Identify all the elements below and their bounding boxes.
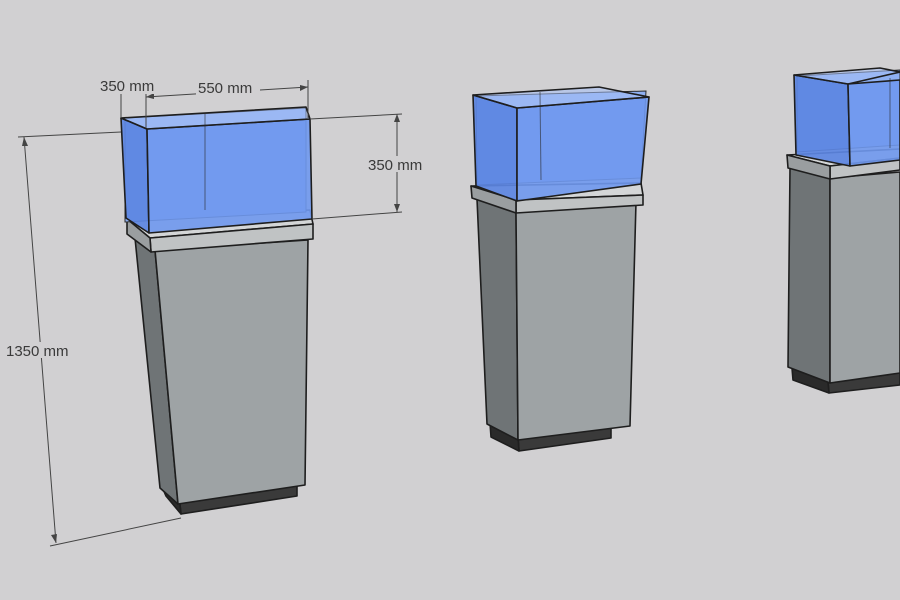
width-label: 550 mm: [198, 80, 252, 97]
case-2-glass-front: [516, 96, 650, 202]
display-cases-drawing: 350 mm 550 mm 350 mm 1350 mm: [4, 67, 900, 547]
case-2-cabinet-side: [476, 198, 519, 441]
display-case-2: [470, 86, 650, 452]
display-case-3: [786, 67, 900, 394]
case-2-cabinet-front: [515, 201, 637, 441]
case-1-glass-side: [120, 117, 150, 234]
depth-label: 350 mm: [100, 78, 154, 95]
glass-height-label: 350 mm: [368, 157, 422, 174]
case-3-glass-side: [793, 74, 851, 167]
case-3-cabinet-front: [829, 171, 900, 384]
case-2-glass-side: [472, 94, 518, 202]
case-3-cabinet-side: [787, 167, 831, 384]
case-1-glass-front: [146, 118, 313, 234]
display-case-1: [120, 106, 314, 515]
total-height-label: 1350 mm: [6, 343, 69, 360]
case-3-glass-front: [847, 79, 900, 167]
case-1-cabinet-front: [154, 239, 309, 505]
